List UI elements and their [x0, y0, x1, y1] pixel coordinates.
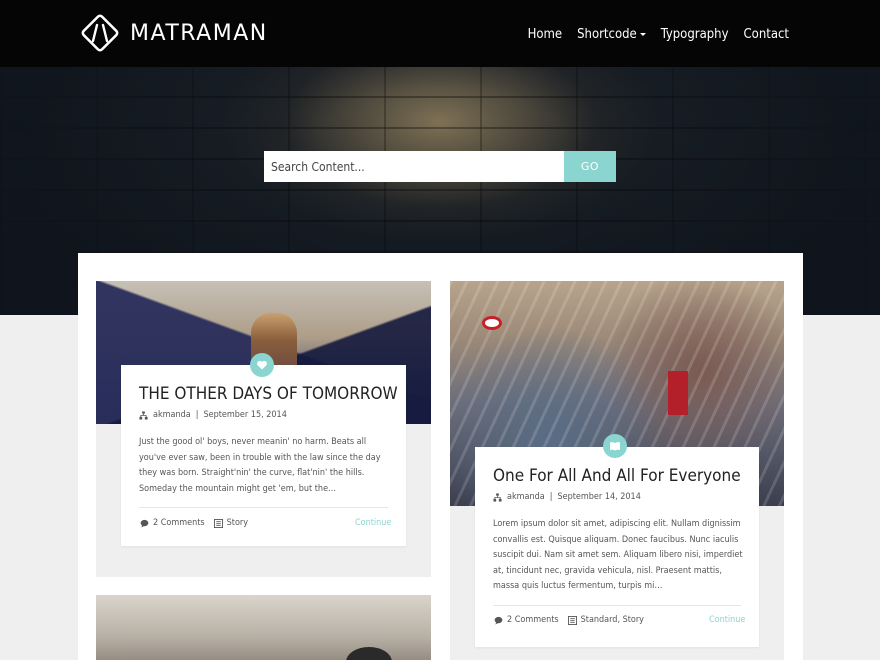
author-icon	[139, 410, 148, 420]
post-footer: 2 Comments Standard, Story	[494, 615, 644, 625]
category-icon	[213, 518, 223, 528]
post-date: September 15, 2014	[203, 410, 287, 420]
post-format-badge	[250, 353, 274, 377]
book-icon	[610, 442, 620, 451]
content-panel: THE OTHER DAYS OF TOMORROW akmanda | Sep…	[78, 253, 803, 660]
post-card	[96, 595, 431, 660]
heart-icon	[257, 360, 267, 370]
logo-diamond-icon	[81, 14, 119, 52]
nav-contact[interactable]: Contact	[744, 27, 790, 42]
post-meta: akmanda | September 14, 2014	[493, 492, 641, 502]
post-format-badge	[603, 434, 627, 458]
post-card: One For All And All For Everyone akmanda…	[450, 281, 784, 660]
post-comments-link[interactable]: 2 Comments	[153, 518, 205, 528]
post-date: September 14, 2014	[557, 492, 641, 502]
site-logo[interactable]: MATRAMAN	[78, 11, 268, 55]
comment-icon	[140, 519, 149, 528]
post-categories[interactable]: Story	[227, 518, 248, 528]
continue-link[interactable]: Continue	[709, 615, 745, 625]
post-author[interactable]: akmanda	[153, 410, 191, 420]
category-icon	[567, 615, 577, 625]
search-form: GO	[264, 151, 616, 182]
search-input[interactable]	[264, 151, 564, 182]
nav-shortcode[interactable]: Shortcode	[577, 27, 646, 42]
caret-down-icon	[639, 33, 646, 36]
comment-icon	[494, 616, 503, 625]
post-comments-link[interactable]: 2 Comments	[507, 615, 559, 625]
post-card: THE OTHER DAYS OF TOMORROW akmanda | Sep…	[96, 281, 431, 577]
post-author[interactable]: akmanda	[507, 492, 545, 502]
site-header: MATRAMAN Home Shortcode Typography Conta…	[0, 0, 880, 67]
search-go-button[interactable]: GO	[564, 151, 616, 182]
post-meta: akmanda | September 15, 2014	[139, 410, 287, 420]
post-excerpt: Just the good ol' boys, never meanin' no…	[139, 437, 381, 494]
post-footer: 2 Comments Story	[140, 518, 248, 528]
continue-link[interactable]: Continue	[355, 518, 391, 528]
post-thumbnail[interactable]	[96, 595, 431, 660]
post-categories[interactable]: Standard, Story	[581, 615, 644, 625]
main-nav: Home Shortcode Typography Contact	[528, 27, 789, 42]
post-excerpt: Lorem ipsum dolor sit amet, adipiscing e…	[493, 519, 743, 592]
post-title[interactable]: One For All And All For Everyone	[493, 466, 741, 486]
logo-text: MATRAMAN	[130, 20, 268, 46]
nav-home[interactable]: Home	[528, 27, 563, 42]
nav-shortcode-label: Shortcode	[577, 27, 637, 42]
author-icon	[493, 492, 502, 502]
nav-typography[interactable]: Typography	[661, 27, 729, 42]
post-title[interactable]: THE OTHER DAYS OF TOMORROW	[139, 384, 398, 404]
